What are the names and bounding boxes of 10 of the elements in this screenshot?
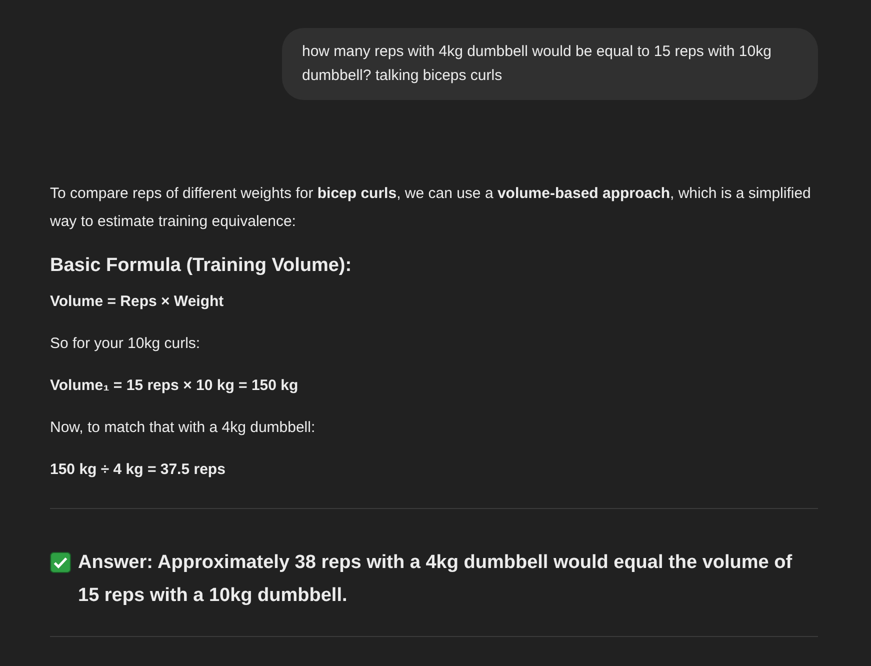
- answer-text: Answer: Approximately 38 reps with a 4kg dumbbell would equal the volume of 15 reps with a 10kg dumbbell.: [78, 551, 794, 608]
- check-mark-icon: [50, 552, 71, 573]
- paragraph: 150 kg ÷ 4 kg = 37.5 reps: [50, 460, 226, 480]
- paragraph: So for your 10kg curls:: [50, 334, 202, 354]
- paragraph: Now, to match that with a 4kg dumbbell:: [50, 418, 316, 438]
- paragraph: To compare reps of different weights for bicep curls, we can use a volume-based approach, which is a simplified way to estimate training equivalence:: [50, 184, 812, 232]
- user-message: how many reps with 4kg dumbbell would be equal to 15 reps with 10kg dumbbell? talking biceps curls: [282, 28, 818, 100]
- section-heading: Basic Formula (Training Volume):: [50, 254, 353, 278]
- paragraph: Volume = Reps × Weight: [50, 292, 225, 312]
- paragraph: Volume₁ = 15 reps × 10 kg = 150 kg: [50, 376, 300, 396]
